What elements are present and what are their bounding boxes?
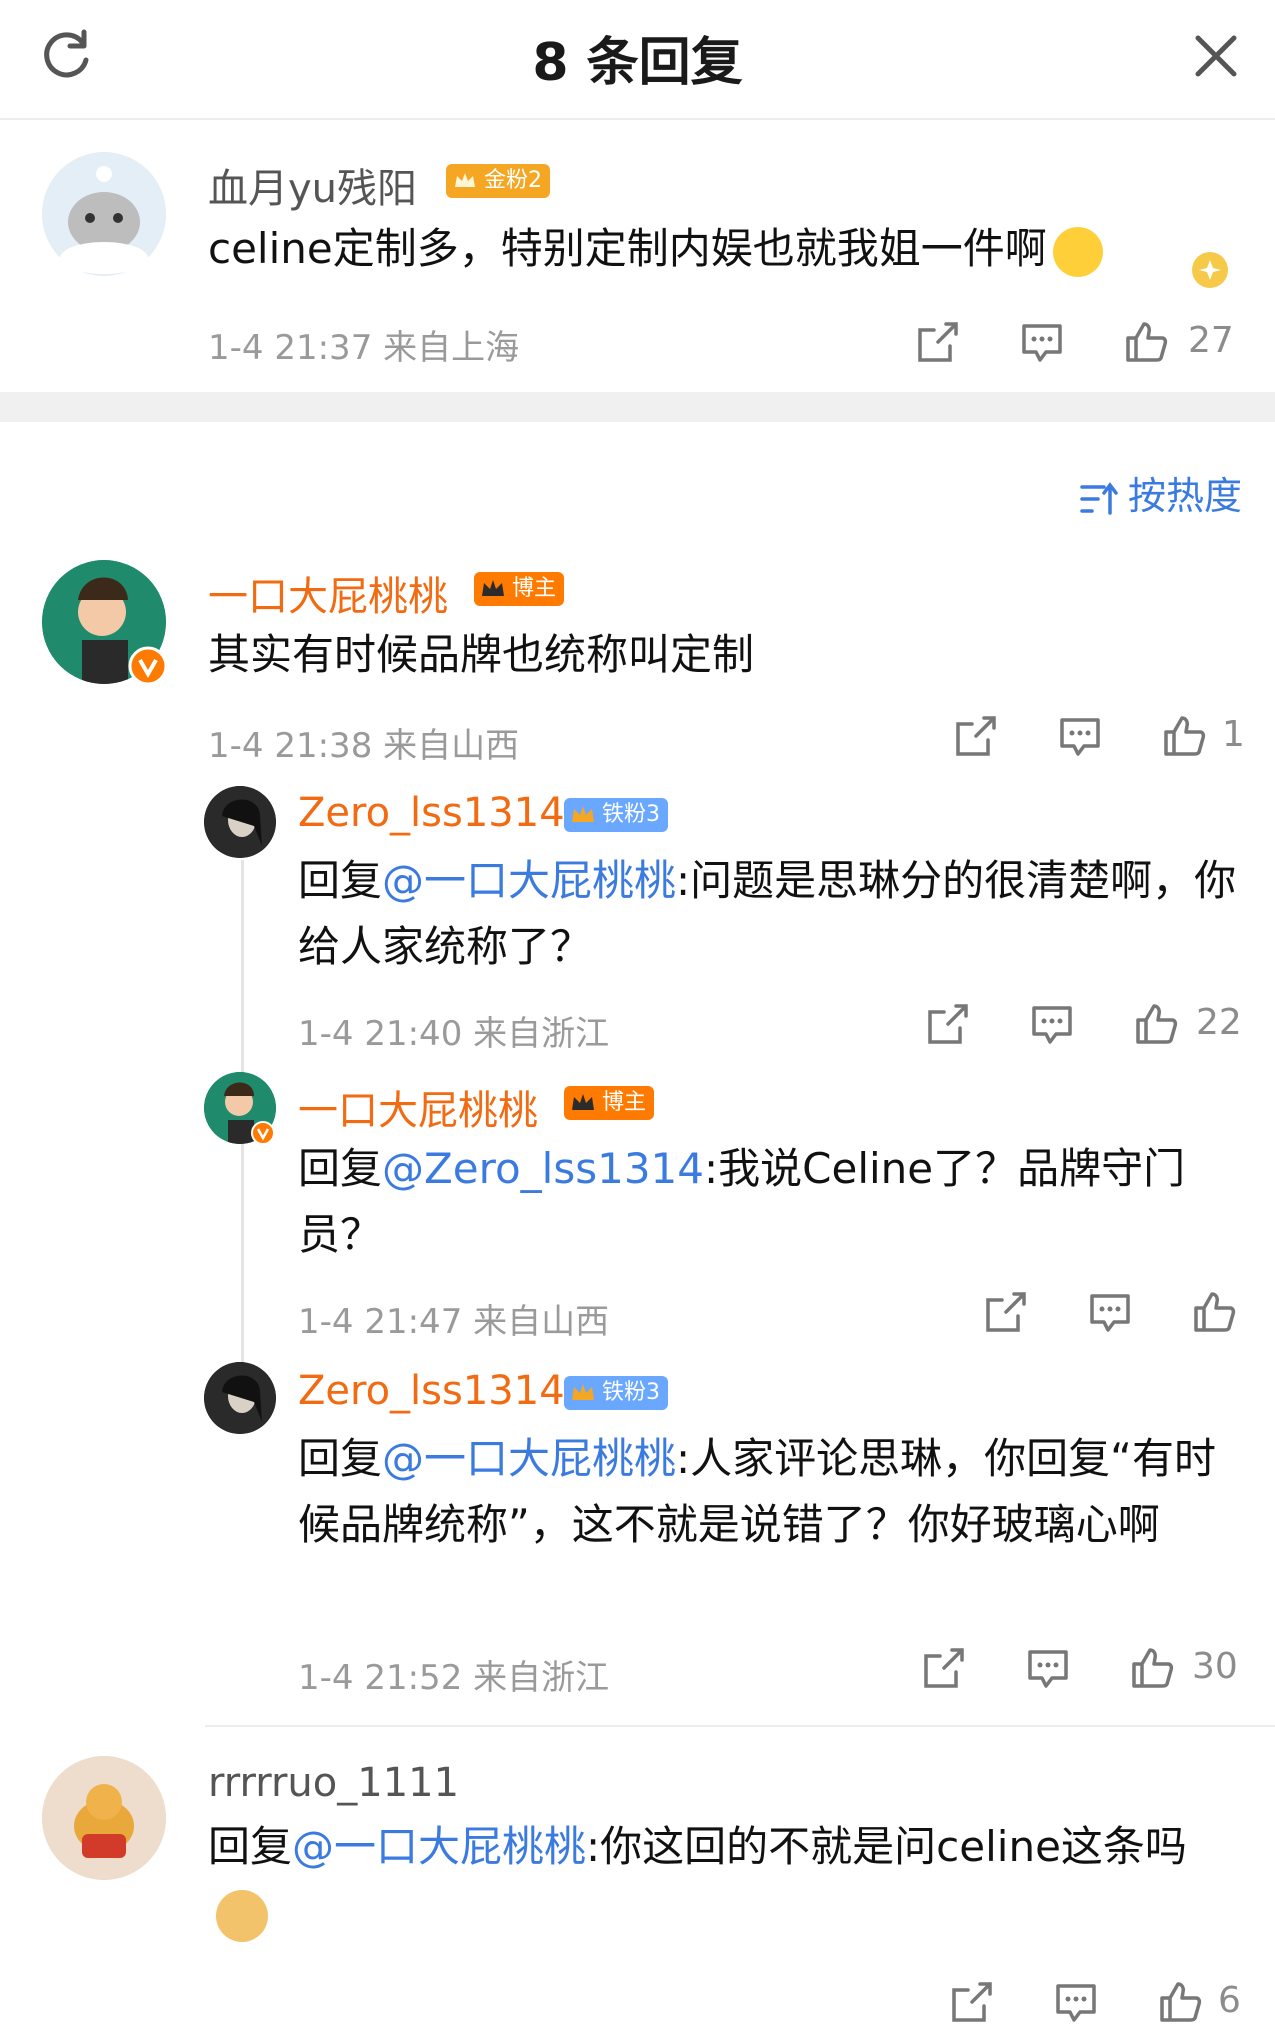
crown-icon	[450, 166, 480, 196]
comment-icon[interactable]	[1054, 1980, 1098, 2024]
fan-badge: 铁粉3	[564, 1376, 668, 1410]
reply-text: 回复@一口大屁桃桃:你这回的不就是问celine这条吗	[208, 1814, 1228, 1946]
page-title: 8 条回复	[532, 33, 743, 93]
mention-link[interactable]: @一口大屁桃桃	[382, 1434, 676, 1483]
reply-text: 回复@一口大屁桃桃:人家评论思琳，你回复“有时候品牌统称”，这不就是说错了？你好…	[298, 1434, 1216, 1549]
share-icon[interactable]	[926, 1002, 970, 1046]
crown-icon	[568, 1378, 598, 1408]
username[interactable]: rrrrruo_1111	[208, 1760, 459, 1806]
username[interactable]: 血月yu残阳	[208, 156, 417, 214]
like-count: 22	[1196, 1002, 1242, 1043]
like-icon[interactable]	[1130, 1646, 1174, 1690]
share-icon[interactable]	[916, 320, 960, 364]
timestamp: 1-4 21:37 来自上海	[208, 328, 520, 368]
doge-emoji-icon	[216, 1889, 268, 1942]
avatar[interactable]	[42, 1756, 166, 1880]
avatar[interactable]	[204, 1362, 276, 1434]
crown-icon	[478, 574, 508, 604]
avatar[interactable]	[204, 786, 276, 858]
comment-icon[interactable]	[1020, 320, 1064, 364]
verified-icon	[250, 1120, 276, 1146]
root-comment: 血月yu残阳 金粉2 celine定制多，特别定制内娱也就我姐一件啊 1-4 2…	[0, 120, 1275, 390]
comment-text: 其实有时候品牌也统称叫定制	[208, 630, 755, 679]
comment-icon[interactable]	[1058, 714, 1102, 758]
username[interactable]: Zero_lss1314	[298, 790, 565, 836]
mention-link[interactable]: @Zero_lss1314	[382, 1144, 704, 1193]
sort-icon	[1080, 481, 1120, 517]
emoji-icon	[1052, 226, 1103, 277]
share-icon[interactable]	[954, 714, 998, 758]
header-bar: 8 条回复	[0, 0, 1275, 120]
username[interactable]: 一口大屁桃桃	[208, 564, 448, 622]
mention-link[interactable]: @一口大屁桃桃	[292, 1822, 586, 1871]
share-icon[interactable]	[984, 1290, 1028, 1334]
section-divider	[0, 392, 1275, 422]
like-icon[interactable]	[1158, 1980, 1202, 2024]
timestamp: 1-4 21:40 来自浙江	[298, 1014, 610, 1054]
timestamp: 1-4 21:47 来自山西	[298, 1302, 610, 1342]
close-icon[interactable]	[1190, 30, 1242, 82]
comment-divider	[205, 1725, 1275, 1727]
fan-badge: 金粉2	[446, 164, 550, 198]
crown-icon	[568, 800, 598, 830]
like-icon[interactable]	[1192, 1290, 1236, 1334]
like-count: 30	[1192, 1646, 1238, 1687]
comment-icon[interactable]	[1088, 1290, 1132, 1334]
crown-icon	[568, 1088, 598, 1118]
timestamp: 1-4 21:52 来自浙江	[298, 1658, 610, 1698]
reply-text: 回复@一口大屁桃桃:问题是思琳分的很清楚啊，你给人家统称了？	[298, 856, 1237, 971]
reply-text: 回复@Zero_lss1314:我说Celine了？品牌守门员？	[298, 1144, 1186, 1259]
fan-badge: 铁粉3	[564, 798, 668, 832]
comment-icon[interactable]	[1026, 1646, 1070, 1690]
username[interactable]: 一口大屁桃桃	[298, 1078, 538, 1136]
like-icon[interactable]	[1124, 320, 1168, 364]
like-icon[interactable]	[1162, 714, 1206, 758]
like-count: 6	[1218, 1980, 1241, 2021]
sort-toggle[interactable]: 按热度	[1080, 465, 1242, 520]
share-icon[interactable]	[922, 1646, 966, 1690]
username[interactable]: Zero_lss1314	[298, 1368, 565, 1414]
blogger-badge: 博主	[474, 572, 565, 606]
verified-icon	[128, 646, 168, 686]
like-count: 27	[1188, 320, 1234, 361]
mention-link[interactable]: @一口大屁桃桃	[382, 856, 676, 905]
comment-text: celine定制多，特别定制内娱也就我姐一件啊	[208, 216, 1168, 282]
comment-icon[interactable]	[1030, 1002, 1074, 1046]
like-count: 1	[1222, 714, 1245, 755]
share-icon[interactable]	[950, 1980, 994, 2024]
blogger-badge: 博主	[564, 1086, 655, 1120]
avatar[interactable]	[42, 152, 166, 276]
sparkle-icon	[1180, 240, 1240, 300]
like-icon[interactable]	[1134, 1002, 1178, 1046]
timestamp: 1-4 21:38 来自山西	[208, 726, 520, 766]
